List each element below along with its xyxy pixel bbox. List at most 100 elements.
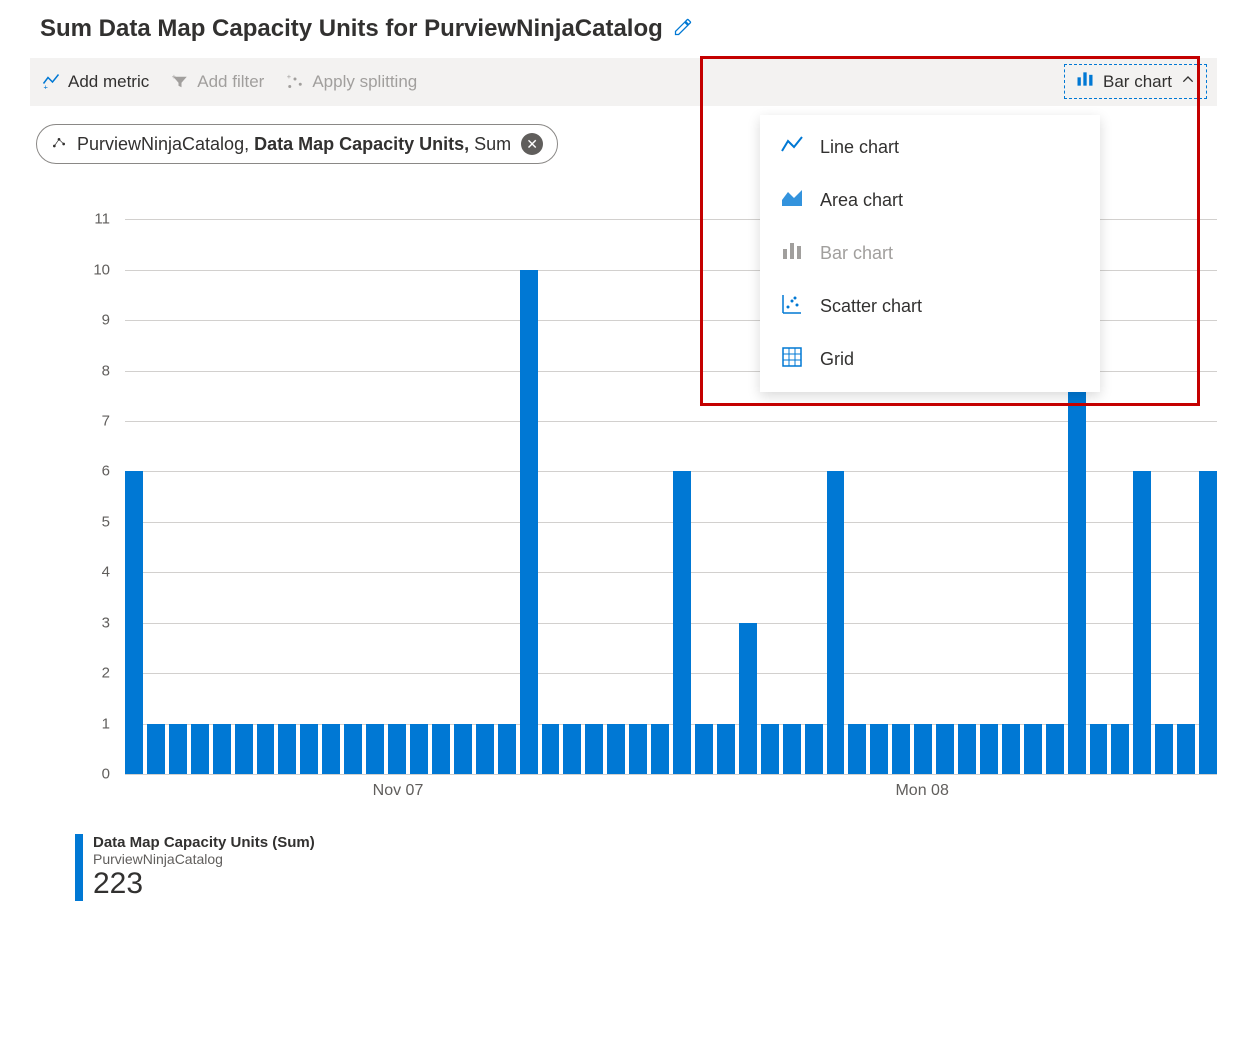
chart-legend: Data Map Capacity Units (Sum) PurviewNin… [75, 834, 1217, 901]
menu-bar-chart-label: Bar chart [820, 243, 893, 264]
svg-text:+: + [44, 83, 49, 92]
y-tick: 11 [94, 211, 110, 228]
add-filter-label: Add filter [197, 72, 264, 92]
bar-chart-icon-disabled [780, 239, 804, 268]
chart-bar[interactable] [1090, 724, 1108, 774]
chart-bar[interactable] [1024, 724, 1042, 774]
svg-text:+: + [172, 73, 177, 81]
add-filter-button[interactable]: + Add filter [171, 72, 264, 92]
svg-text:+: + [287, 73, 292, 81]
menu-area-chart[interactable]: Area chart [760, 174, 1100, 227]
menu-scatter-chart[interactable]: Scatter chart [760, 280, 1100, 333]
metric-chip[interactable]: PurviewNinjaCatalog, Data Map Capacity U… [36, 124, 558, 164]
chart-bar[interactable] [805, 724, 823, 774]
chart-bar[interactable] [520, 270, 538, 774]
chart-bar[interactable] [673, 471, 691, 774]
chart-bar[interactable] [651, 724, 669, 774]
chart-bar[interactable] [454, 724, 472, 774]
legend-subtitle: PurviewNinjaCatalog [93, 851, 315, 867]
y-tick: 10 [93, 261, 110, 278]
y-tick: 4 [102, 564, 110, 581]
add-metric-icon: + [42, 73, 60, 91]
chart-bar[interactable] [235, 724, 253, 774]
x-tick: Nov 07 [373, 782, 424, 800]
filter-icon: + [171, 73, 189, 91]
chart-bar[interactable] [476, 724, 494, 774]
chart-bar[interactable] [958, 724, 976, 774]
chart-bar[interactable] [278, 724, 296, 774]
chart-bar[interactable] [1002, 724, 1020, 774]
metrics-toolbar: + Add metric + Add filter + Apply splitt… [30, 58, 1217, 106]
menu-line-chart[interactable]: Line chart [760, 121, 1100, 174]
y-tick: 2 [102, 665, 110, 682]
chart-bar[interactable] [980, 724, 998, 774]
chart-bar[interactable] [191, 724, 209, 774]
chart-bar[interactable] [717, 724, 735, 774]
chart-bar[interactable] [848, 724, 866, 774]
chart-bar[interactable] [585, 724, 603, 774]
edit-pencil-icon[interactable] [673, 17, 693, 42]
chart-bar[interactable] [366, 724, 384, 774]
menu-scatter-chart-label: Scatter chart [820, 296, 922, 317]
chart-bar[interactable] [827, 471, 845, 774]
chart-bar[interactable] [1133, 471, 1151, 774]
y-tick: 9 [102, 312, 110, 329]
chart-bar[interactable] [498, 724, 516, 774]
chart-bar[interactable] [1111, 724, 1129, 774]
y-tick: 0 [102, 766, 110, 783]
chart-bar[interactable] [344, 724, 362, 774]
chart-type-dropdown[interactable]: Bar chart [1064, 64, 1207, 99]
chart-bar[interactable] [169, 724, 187, 774]
chart-bar[interactable] [388, 724, 406, 774]
chart-bar[interactable] [695, 724, 713, 774]
chart-bar[interactable] [607, 724, 625, 774]
legend-title: Data Map Capacity Units (Sum) [93, 834, 315, 851]
legend-color-swatch [75, 834, 83, 901]
legend-value: 223 [93, 867, 315, 901]
y-tick: 6 [102, 463, 110, 480]
chart-bar[interactable] [1155, 724, 1173, 774]
apply-splitting-button[interactable]: + Apply splitting [286, 72, 417, 92]
chart-bar[interactable] [870, 724, 888, 774]
y-tick: 3 [102, 614, 110, 631]
chart-bar[interactable] [914, 724, 932, 774]
y-tick: 7 [102, 412, 110, 429]
line-chart-icon [780, 133, 804, 162]
chart-bar[interactable] [410, 724, 428, 774]
y-tick: 8 [102, 362, 110, 379]
chart-bar[interactable] [125, 471, 143, 774]
chart-bar[interactable] [322, 724, 340, 774]
chart-bar[interactable] [761, 724, 779, 774]
grid-icon [780, 345, 804, 374]
chart-bar[interactable] [783, 724, 801, 774]
remove-metric-icon[interactable]: ✕ [521, 133, 543, 155]
chart-bar[interactable] [432, 724, 450, 774]
apply-splitting-label: Apply splitting [312, 72, 417, 92]
chart-bar[interactable] [563, 724, 581, 774]
menu-grid[interactable]: Grid [760, 333, 1100, 386]
x-tick: Mon 08 [895, 782, 948, 800]
menu-grid-label: Grid [820, 349, 854, 370]
add-metric-button[interactable]: + Add metric [42, 72, 149, 92]
menu-line-chart-label: Line chart [820, 137, 899, 158]
chart-type-menu: Line chart Area chart Bar chart Scatter … [760, 115, 1100, 392]
chart-bar[interactable] [629, 724, 647, 774]
metric-series-icon [51, 134, 67, 155]
chart-bar[interactable] [1199, 471, 1217, 774]
chart-bar[interactable] [213, 724, 231, 774]
chart-bar[interactable] [257, 724, 275, 774]
chart-bar[interactable] [542, 724, 560, 774]
menu-bar-chart[interactable]: Bar chart [760, 227, 1100, 280]
chart-bar[interactable] [147, 724, 165, 774]
y-tick: 5 [102, 513, 110, 530]
chart-bar[interactable] [1046, 724, 1064, 774]
chart-bar[interactable] [300, 724, 318, 774]
split-icon: + [286, 73, 304, 91]
page-title: Sum Data Map Capacity Units for PurviewN… [40, 15, 663, 43]
chart-bar[interactable] [739, 623, 757, 774]
chart-bar[interactable] [936, 724, 954, 774]
chart-bar[interactable] [892, 724, 910, 774]
chip-resource: PurviewNinjaCatalog, [77, 134, 254, 154]
scatter-chart-icon [780, 292, 804, 321]
chart-bar[interactable] [1177, 724, 1195, 774]
